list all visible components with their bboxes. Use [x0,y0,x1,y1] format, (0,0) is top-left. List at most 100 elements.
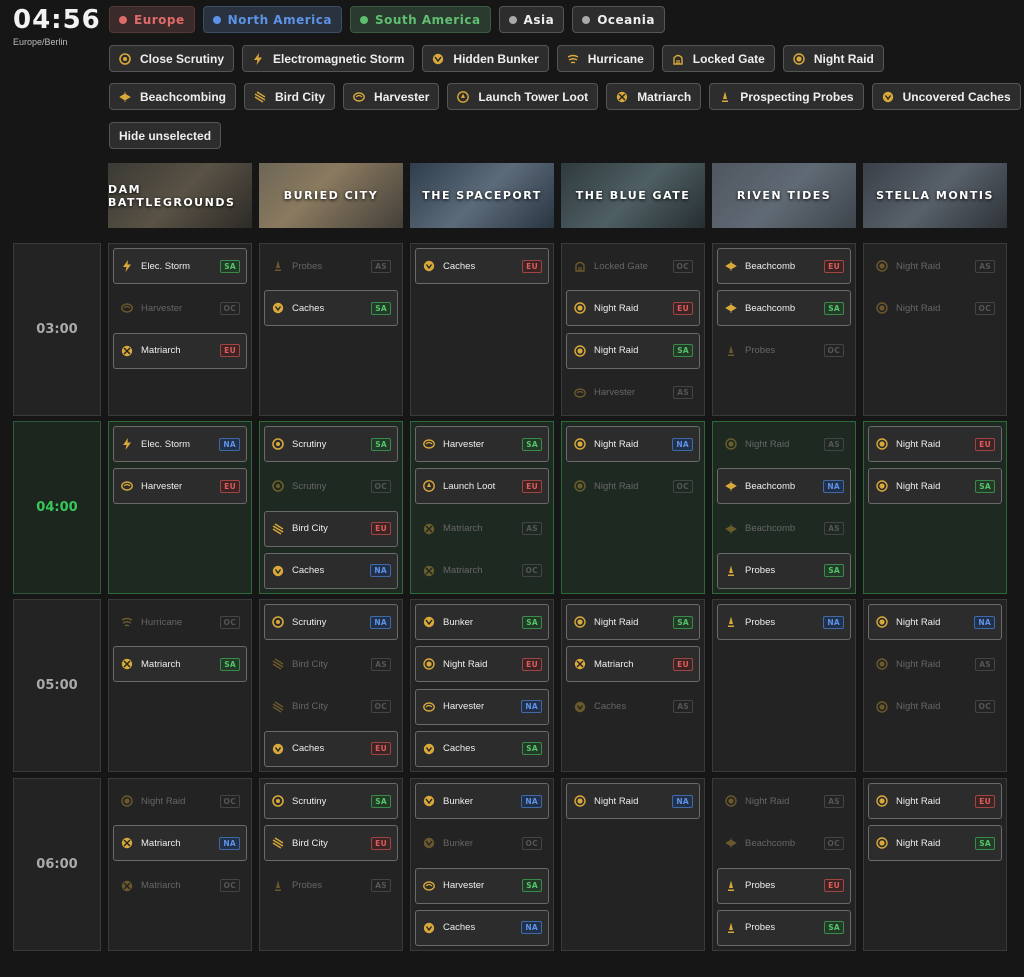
event-card[interactable]: Probes SA [717,909,851,946]
event-card[interactable]: Night Raid EU [868,426,1002,462]
event-card[interactable]: Night Raid AS [868,646,1002,682]
event-card[interactable]: Probes NA [717,604,851,640]
region-filter-south-america[interactable]: South America [349,6,491,33]
event-card[interactable]: Matriarch EU [113,332,247,369]
event-card[interactable]: Night Raid NA [868,604,1002,640]
event-card[interactable]: Night Raid AS [717,783,851,819]
filter-prospecting-probes-button[interactable]: Prospecting Probes [709,83,864,110]
filter-harvester-button[interactable]: Harvester [343,83,440,110]
event-card[interactable]: Probes AS [264,868,398,904]
event-card[interactable]: Night Raid SA [868,825,1002,862]
event-card[interactable]: Caches SA [264,290,398,327]
filter-hurricane-button[interactable]: Hurricane [556,45,654,72]
event-card[interactable]: Night Raid SA [868,468,1002,505]
filter-electromagnetic-storm-button[interactable]: Electromagnetic Storm [242,45,415,72]
event-card[interactable]: Harvester NA [415,688,549,725]
event-card[interactable]: Launch Loot EU [415,468,549,505]
event-card[interactable]: Caches EU [415,248,549,284]
event-card[interactable]: Bird City AS [264,646,398,682]
event-name: Scrutiny [292,438,327,450]
region-badge: NA [823,479,844,493]
event-card[interactable]: Probes EU [717,867,851,904]
event-card[interactable]: Caches EU [264,730,398,767]
event-card[interactable]: Scrutiny SA [264,783,398,819]
filter-launch-tower-loot-button[interactable]: Launch Tower Loot [447,83,599,110]
filter-hidden-bunker-button[interactable]: Hidden Bunker [422,45,549,72]
event-card[interactable]: Matriarch EU [566,646,700,683]
region-filter-europe[interactable]: Europe [109,6,195,33]
event-card[interactable]: Beachcomb AS [717,511,851,547]
event-card[interactable]: Night Raid OC [868,290,1002,326]
event-card[interactable]: Night Raid NA [566,783,700,819]
event-card[interactable]: Night Raid OC [868,689,1002,725]
event-card[interactable]: Bunker NA [415,783,549,819]
harvester-icon [422,879,435,892]
event-card[interactable]: Beachcomb EU [717,248,851,284]
event-card[interactable]: Elec. Storm NA [113,426,247,462]
event-card[interactable]: Probes AS [264,248,398,284]
filter-locked-gate-button[interactable]: Locked Gate [661,45,775,72]
event-card[interactable]: Harvester OC [113,290,247,326]
probe-icon [724,564,737,577]
event-card[interactable]: Probes SA [717,552,851,589]
event-card[interactable]: Scrutiny SA [264,426,398,462]
event-card[interactable]: Night Raid SA [566,604,700,640]
region-filter-asia[interactable]: Asia [498,6,565,33]
filter-beachcombing-button[interactable]: Beachcombing [109,83,237,110]
region-badge: SA [371,437,391,451]
event-card[interactable]: Bird City OC [264,689,398,725]
event-card[interactable]: Beachcomb SA [717,290,851,327]
event-card[interactable]: Bird City EU [264,825,398,862]
schedule-cell: Hurricane OC Matriarch SA [108,599,252,772]
event-card[interactable]: Night Raid AS [868,248,1002,284]
event-card[interactable]: Night Raid NA [566,426,700,462]
region-filter-north-america[interactable]: North America [202,6,342,33]
event-card[interactable]: Matriarch AS [415,511,549,547]
event-card[interactable]: Scrutiny OC [264,468,398,504]
event-card[interactable]: Probes OC [717,333,851,369]
event-card[interactable]: Bird City EU [264,510,398,547]
region-label: Asia [523,12,555,27]
hide-unselected-button[interactable]: Hide unselected [109,122,222,149]
schedule-cell: Night Raid AS Beachcomb OC Probes EU Probes SA [712,778,856,951]
filter-uncovered-caches-button[interactable]: Uncovered Caches [871,83,1021,110]
event-card[interactable]: Matriarch NA [113,825,247,862]
filter-close-scrutiny-button[interactable]: Close Scrutiny [109,45,235,72]
event-card[interactable]: Bunker SA [415,604,549,640]
event-card[interactable]: Caches AS [566,689,700,725]
event-card[interactable]: Caches NA [415,909,549,946]
event-card[interactable]: Night Raid AS [717,426,851,462]
event-card[interactable]: Caches NA [264,552,398,589]
event-card[interactable]: Locked Gate OC [566,248,700,284]
event-card[interactable]: Night Raid OC [113,783,247,819]
region-badge: OC [370,700,391,714]
event-card[interactable]: Elec. Storm SA [113,248,247,284]
event-card[interactable]: Night Raid EU [415,646,549,683]
event-card[interactable]: Beachcomb NA [717,468,851,505]
event-card[interactable]: Harvester AS [566,375,700,411]
region-filter-oceania[interactable]: Oceania [572,6,665,33]
filter-matriarch-button[interactable]: Matriarch [606,83,702,110]
filter-night-raid-button[interactable]: Night Raid [782,45,884,72]
filter-bird-city-button[interactable]: Bird City [244,83,336,110]
event-card[interactable]: Night Raid EU [566,290,700,327]
event-card[interactable]: Scrutiny NA [264,604,398,640]
cache-icon [271,742,284,755]
event-card[interactable]: Matriarch SA [113,646,247,683]
region-dot-icon [212,15,221,24]
event-card[interactable]: Harvester SA [415,867,549,904]
region-badge: SA [220,657,240,671]
event-card[interactable]: Matriarch OC [415,553,549,589]
event-card[interactable]: Night Raid EU [868,783,1002,819]
event-card[interactable]: Night Raid SA [566,332,700,369]
region-dot-icon [508,15,517,24]
event-card[interactable]: Matriarch OC [113,868,247,904]
event-card[interactable]: Hurricane OC [113,604,247,640]
event-card[interactable]: Night Raid OC [566,468,700,504]
event-card[interactable]: Bunker OC [415,825,549,861]
event-card[interactable]: Harvester SA [415,426,549,462]
region-badge: OC [370,479,391,493]
event-card[interactable]: Caches SA [415,730,549,767]
event-card[interactable]: Harvester EU [113,468,247,505]
event-card[interactable]: Beachcomb OC [717,825,851,861]
